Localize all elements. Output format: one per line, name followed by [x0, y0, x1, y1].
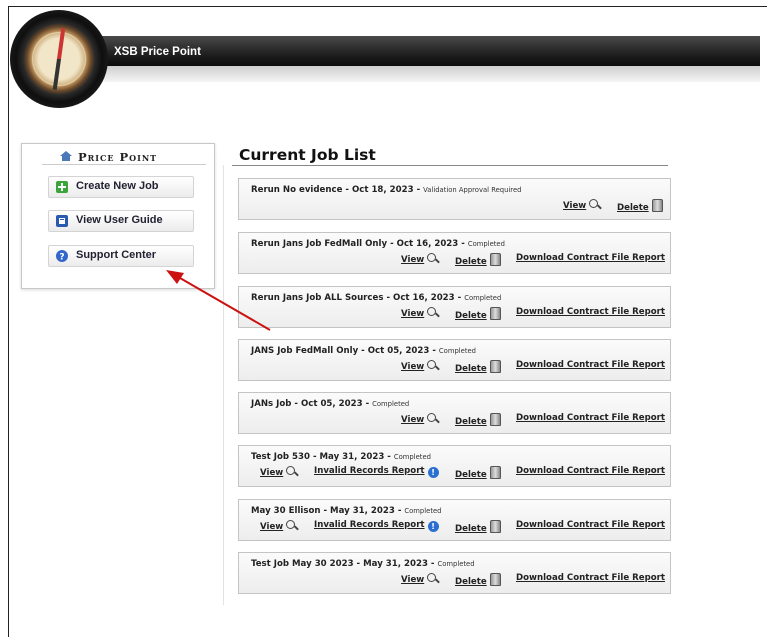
annotation-arrow-icon [166, 270, 271, 331]
